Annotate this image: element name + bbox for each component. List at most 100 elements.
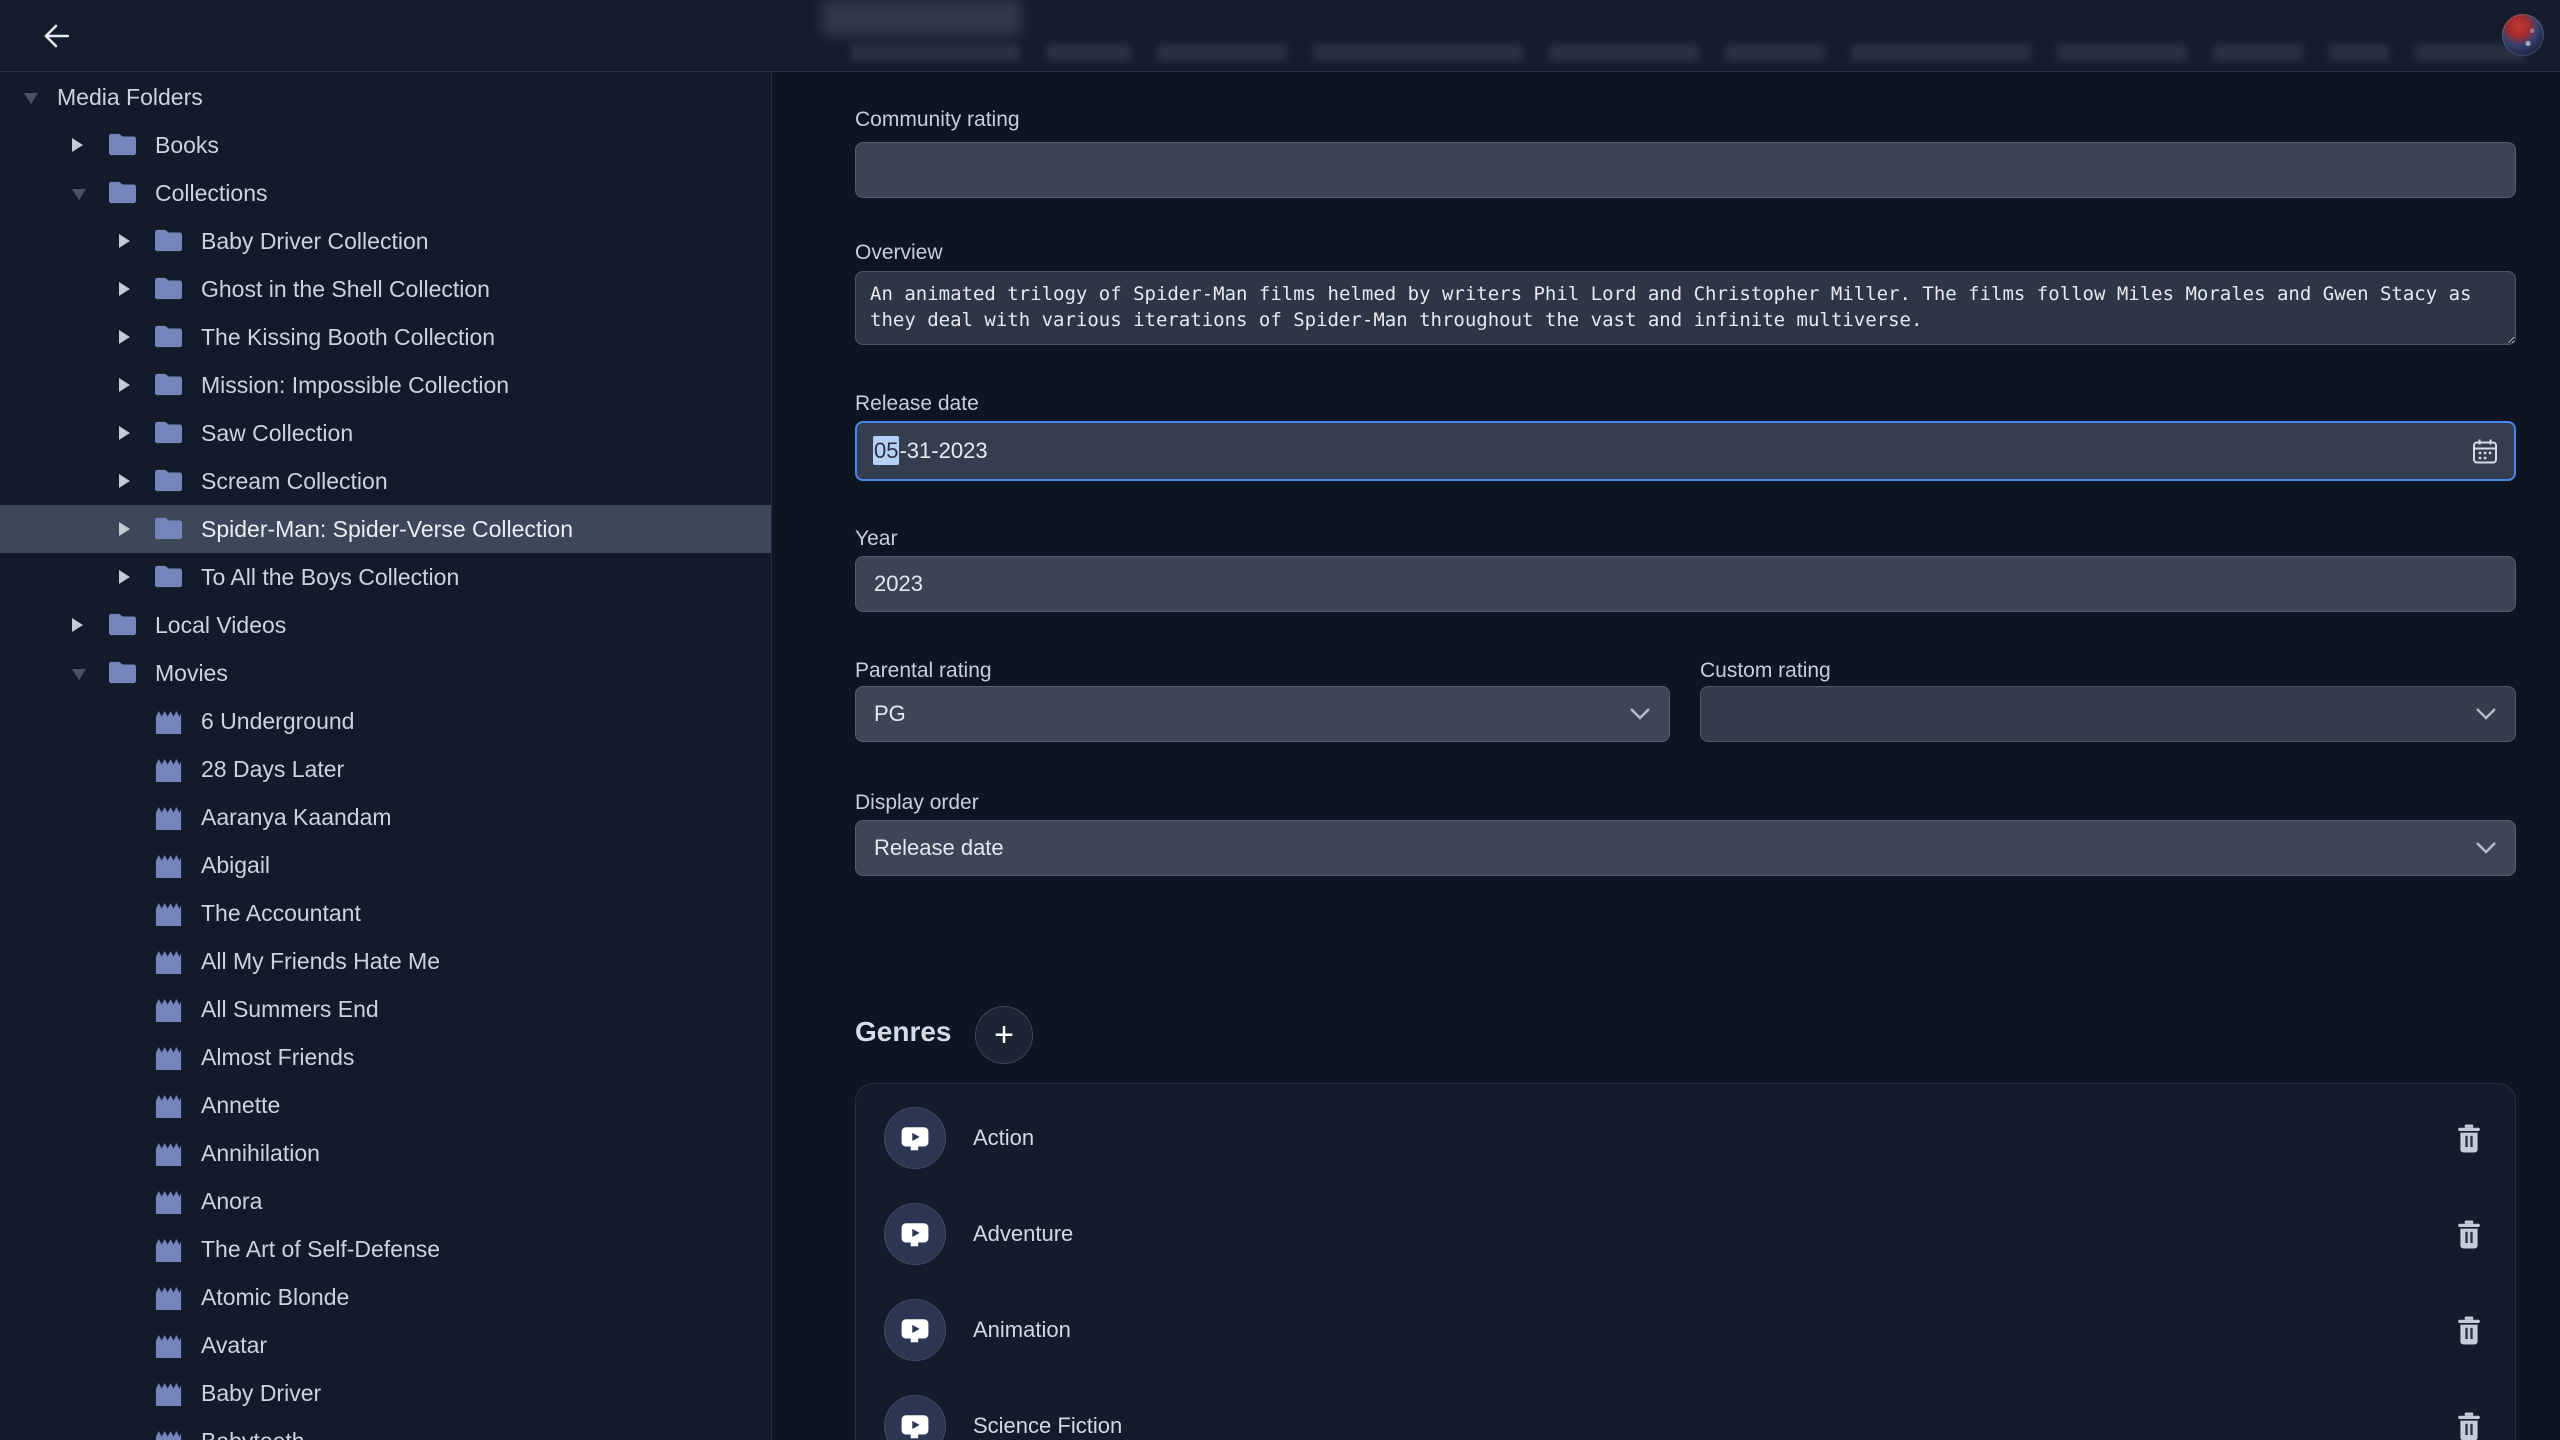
media-folder-tree: Media FoldersBooksCollectionsBaby Driver… — [0, 72, 771, 1440]
community-rating-label: Community rating — [855, 108, 1020, 132]
tree-item-label: To All the Boys Collection — [201, 553, 459, 601]
tree-item-avatar[interactable]: Avatar — [0, 1321, 771, 1369]
date-segment-month-selected[interactable]: 05 — [873, 436, 899, 465]
user-avatar[interactable] — [2502, 14, 2544, 56]
add-genre-button[interactable]: + — [975, 1006, 1033, 1064]
tree-item-label: The Art of Self-Defense — [201, 1225, 440, 1273]
folder-icon — [153, 468, 184, 493]
chevron-expanded-icon[interactable] — [24, 93, 38, 104]
overview-textarea[interactable]: An animated trilogy of Spider-Man films … — [855, 271, 2516, 345]
folder-icon — [153, 228, 184, 253]
year-label: Year — [855, 527, 897, 551]
tree-item-label: 6 Underground — [201, 697, 354, 745]
tree-item-movies[interactable]: Movies — [0, 649, 771, 697]
chevron-collapsed-icon[interactable] — [119, 330, 130, 344]
display-order-select[interactable]: Release date — [855, 820, 2516, 876]
delete-genre-button[interactable] — [2457, 1220, 2483, 1250]
chevron-down-icon — [1629, 707, 1651, 721]
parental-rating-select[interactable]: PG — [855, 686, 1670, 742]
tree-item-label: Books — [155, 121, 219, 169]
tree-item-collections[interactable]: Collections — [0, 169, 771, 217]
chevron-collapsed-icon[interactable] — [119, 234, 130, 248]
chevron-collapsed-icon[interactable] — [119, 378, 130, 392]
tree-item-annette[interactable]: Annette — [0, 1081, 771, 1129]
genre-label: Action — [973, 1090, 1034, 1186]
chevron-expanded-icon[interactable] — [72, 669, 86, 680]
folder-icon — [107, 132, 138, 157]
folder-icon — [107, 180, 138, 205]
delete-genre-button[interactable] — [2457, 1316, 2483, 1346]
chevron-collapsed-icon[interactable] — [72, 138, 83, 152]
release-date-input[interactable]: 05-31-2023 — [855, 421, 2516, 481]
genre-label: Adventure — [973, 1186, 1073, 1282]
chevron-collapsed-icon[interactable] — [119, 522, 130, 536]
tree-item-babyteeth[interactable]: Babyteeth — [0, 1417, 771, 1440]
tree-item-local-videos[interactable]: Local Videos — [0, 601, 771, 649]
tree-item-media-folders[interactable]: Media Folders — [0, 73, 771, 121]
date-segment-rest[interactable]: -31-2023 — [899, 438, 987, 463]
parental-rating-label: Parental rating — [855, 659, 992, 683]
tree-item-label: Collections — [155, 169, 268, 217]
movie-icon — [153, 900, 184, 927]
tree-item-baby-driver-collection[interactable]: Baby Driver Collection — [0, 217, 771, 265]
delete-genre-button[interactable] — [2457, 1412, 2483, 1440]
custom-rating-select[interactable] — [1700, 686, 2516, 742]
tree-item-atomic-blonde[interactable]: Atomic Blonde — [0, 1273, 771, 1321]
tree-item-anora[interactable]: Anora — [0, 1177, 771, 1225]
tree-item-label: Baby Driver — [201, 1369, 321, 1417]
chevron-collapsed-icon[interactable] — [119, 474, 130, 488]
community-rating-input[interactable] — [855, 142, 2516, 198]
calendar-icon — [2472, 438, 2498, 465]
tree-item-books[interactable]: Books — [0, 121, 771, 169]
back-button[interactable] — [34, 14, 78, 58]
chevron-expanded-icon[interactable] — [72, 189, 86, 200]
tree-item-saw-collection[interactable]: Saw Collection — [0, 409, 771, 457]
folder-icon — [153, 324, 184, 349]
overview-label: Overview — [855, 241, 943, 265]
chevron-collapsed-icon[interactable] — [72, 618, 83, 632]
tree-item-annihilation[interactable]: Annihilation — [0, 1129, 771, 1177]
tree-item-label: Ghost in the Shell Collection — [201, 265, 490, 313]
movie-icon — [153, 1380, 184, 1407]
tree-item-ghost-in-the-shell-collection[interactable]: Ghost in the Shell Collection — [0, 265, 771, 313]
display-order-value: Release date — [874, 835, 1004, 861]
tree-item-abigail[interactable]: Abigail — [0, 841, 771, 889]
movie-icon — [153, 1140, 184, 1167]
tree-item-the-art-of-self-defense[interactable]: The Art of Self-Defense — [0, 1225, 771, 1273]
tree-item-all-my-friends-hate-me[interactable]: All My Friends Hate Me — [0, 937, 771, 985]
tree-item-the-accountant[interactable]: The Accountant — [0, 889, 771, 937]
genre-row-action: Action — [856, 1090, 2515, 1186]
chevron-collapsed-icon[interactable] — [119, 282, 130, 296]
tree-item-scream-collection[interactable]: Scream Collection — [0, 457, 771, 505]
tree-item-label: Anora — [201, 1177, 262, 1225]
tree-item-baby-driver[interactable]: Baby Driver — [0, 1369, 771, 1417]
folder-icon — [107, 660, 138, 685]
chevron-collapsed-icon[interactable] — [119, 570, 130, 584]
chevron-collapsed-icon[interactable] — [119, 426, 130, 440]
tree-item-spider-man-spider-verse-collection[interactable]: Spider-Man: Spider-Verse Collection — [0, 505, 771, 553]
movie-icon — [153, 1332, 184, 1359]
smart-display-icon — [900, 1317, 930, 1344]
genres-list: ActionAdventureAnimationScience Fiction — [855, 1083, 2516, 1440]
year-input[interactable] — [855, 556, 2516, 612]
trash-icon — [2457, 1412, 2481, 1440]
scrolled-under-field-ghost — [822, 0, 1022, 36]
tree-item-the-kissing-booth-collection[interactable]: The Kissing Booth Collection — [0, 313, 771, 361]
movie-icon — [153, 708, 184, 735]
tree-item-mission-impossible-collection[interactable]: Mission: Impossible Collection — [0, 361, 771, 409]
delete-genre-button[interactable] — [2457, 1124, 2483, 1154]
metadata-editor-panel: Community rating Overview An animated tr… — [772, 72, 2560, 1440]
tree-item-to-all-the-boys-collection[interactable]: To All the Boys Collection — [0, 553, 771, 601]
movie-icon — [153, 852, 184, 879]
tree-item-label: The Accountant — [201, 889, 361, 937]
tree-item-almost-friends[interactable]: Almost Friends — [0, 1033, 771, 1081]
tree-item-all-summers-end[interactable]: All Summers End — [0, 985, 771, 1033]
calendar-picker-button[interactable] — [2472, 438, 2498, 465]
movie-icon — [153, 1044, 184, 1071]
tree-item-aaranya-kaandam[interactable]: Aaranya Kaandam — [0, 793, 771, 841]
tree-item-6-underground[interactable]: 6 Underground — [0, 697, 771, 745]
custom-rating-label: Custom rating — [1700, 659, 1831, 683]
tree-item-label: Movies — [155, 649, 228, 697]
tree-item-28-days-later[interactable]: 28 Days Later — [0, 745, 771, 793]
smart-display-icon — [900, 1413, 930, 1440]
